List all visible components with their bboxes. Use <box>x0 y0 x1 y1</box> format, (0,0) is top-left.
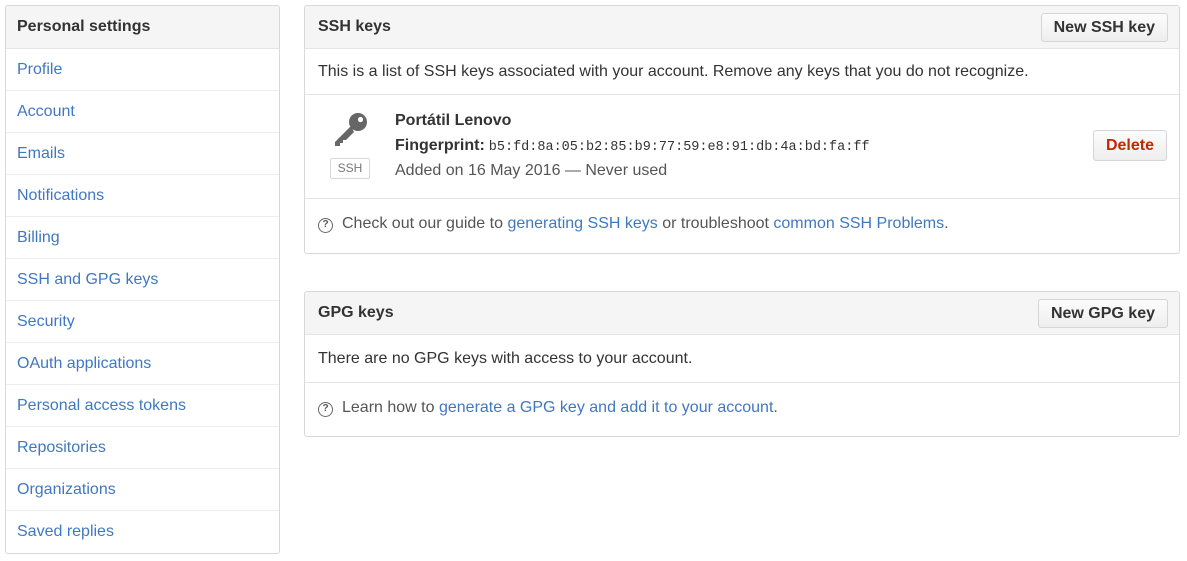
ssh-help-suffix: . <box>944 215 949 232</box>
ssh-keys-header: SSH keys New SSH key <box>305 6 1179 49</box>
generating-ssh-keys-link[interactable]: generating SSH keys <box>507 215 657 232</box>
ssh-keys-panel: SSH keys New SSH key This is a list of S… <box>304 5 1180 254</box>
ssh-help-middle: or troubleshoot <box>662 215 769 232</box>
sidebar-item-emails[interactable]: Emails <box>6 133 279 175</box>
new-ssh-key-button[interactable]: New SSH key <box>1040 13 1168 42</box>
key-icon <box>335 113 367 146</box>
ssh-key-item: SSH Portátil Lenovo Fingerprint: b5:fd:8a… <box>305 95 1179 199</box>
ssh-keys-description: This is a list of SSH keys associated wi… <box>305 49 1179 95</box>
generate-gpg-key-link[interactable]: generate a GPG key and add it to your ac… <box>439 399 773 416</box>
ssh-help-prefix: Check out our guide to <box>342 215 503 232</box>
question-circle-icon: ? <box>318 402 333 417</box>
gpg-keys-description: There are no GPG keys with access to you… <box>305 335 1179 383</box>
sidebar-item-repositories[interactable]: Repositories <box>6 427 279 469</box>
gpg-keys-panel: GPG keys New GPG key There are no GPG ke… <box>304 291 1180 437</box>
question-circle-icon: ? <box>318 218 333 233</box>
gpg-help-suffix: . <box>773 399 778 416</box>
sidebar-item-saved-replies[interactable]: Saved replies <box>6 511 279 553</box>
sidebar-item-ssh-gpg-keys[interactable]: SSH and GPG keys <box>6 259 279 301</box>
common-ssh-problems-link[interactable]: common SSH Problems <box>773 215 944 232</box>
sidebar-item-billing[interactable]: Billing <box>6 217 279 259</box>
fingerprint-label: Fingerprint: <box>395 137 485 154</box>
sidebar-item-profile[interactable]: Profile <box>6 49 279 91</box>
ssh-keys-title: SSH keys <box>318 18 391 35</box>
gpg-keys-title: GPG keys <box>318 304 394 321</box>
gpg-help-row: ? Learn how to generate a GPG key and add… <box>305 383 1179 435</box>
fingerprint-value: b5:fd:8a:05:b2:85:b9:77:59:e8:91:db:4a:b… <box>488 140 870 155</box>
sidebar-item-notifications[interactable]: Notifications <box>6 175 279 217</box>
sidebar-item-account[interactable]: Account <box>6 91 279 133</box>
settings-sidebar: Personal settings Profile Account Emails… <box>5 5 280 554</box>
ssh-help-row: ? Check out our guide to generating SSH k… <box>305 199 1179 251</box>
delete-key-button[interactable]: Delete <box>1092 130 1167 161</box>
sidebar-item-security[interactable]: Security <box>6 301 279 343</box>
key-added-info: Added on 16 May 2016 — Never used <box>395 162 668 179</box>
sidebar-item-oauth-applications[interactable]: OAuth applications <box>6 343 279 385</box>
fingerprint-line: Fingerprint: b5:fd:8a:05:b2:85:b9:77:59:e… <box>395 137 870 155</box>
gpg-keys-header: GPG keys New GPG key <box>305 292 1179 335</box>
sidebar-item-personal-access-tokens[interactable]: Personal access tokens <box>6 385 279 427</box>
ssh-badge: SSH <box>330 158 370 179</box>
gpg-help-prefix: Learn how to <box>342 399 435 416</box>
sidebar-item-organizations[interactable]: Organizations <box>6 469 279 511</box>
new-gpg-key-button[interactable]: New GPG key <box>1037 299 1168 328</box>
ssh-key-name: Portátil Lenovo <box>395 112 512 129</box>
sidebar-header: Personal settings <box>6 6 279 49</box>
